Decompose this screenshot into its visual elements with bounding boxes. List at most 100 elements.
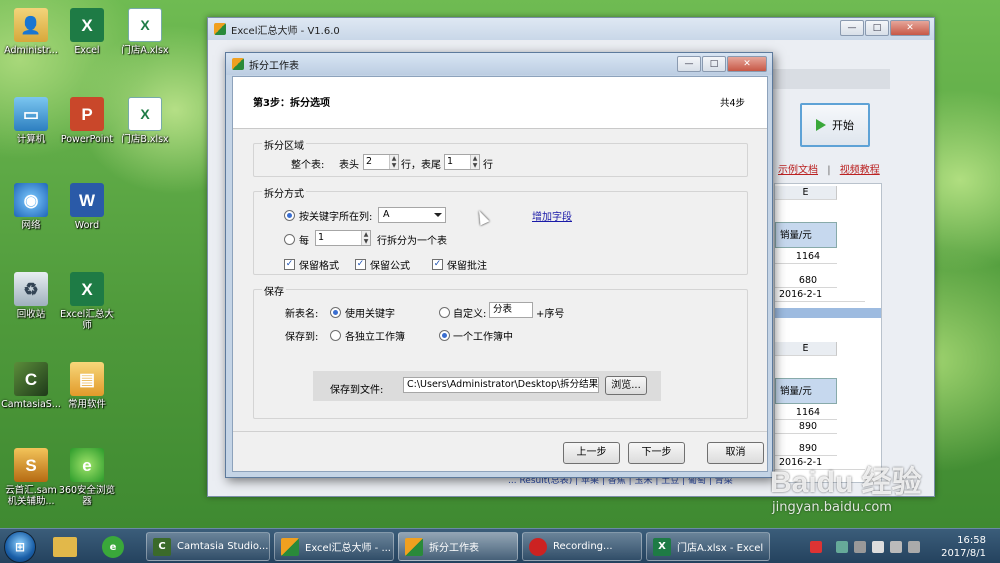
flag-icon[interactable] — [908, 541, 920, 553]
sogou-ime-icon[interactable] — [810, 541, 822, 553]
clock[interactable]: 16:58 2017/8/1 — [941, 534, 986, 560]
xlsx-file-icon: X — [128, 97, 162, 131]
sheet-preview: E 销量/元 1164 680 2016-2-1 E 销量/元 1164 890… — [774, 183, 882, 483]
desktop-icon-administrator[interactable]: 👤 Administr... — [0, 8, 62, 56]
network-status-icon[interactable] — [890, 541, 902, 553]
close-button[interactable]: ✕ — [890, 20, 930, 36]
use-keyword-radio[interactable] — [330, 307, 341, 318]
browse-button[interactable]: 浏览... — [605, 376, 647, 395]
stepper-arrows-icon[interactable]: ▲ ▼ — [470, 155, 479, 169]
save-to-label: 保存到: — [285, 332, 319, 343]
close-button[interactable]: ✕ — [727, 56, 767, 72]
maximize-button[interactable]: □ — [865, 20, 889, 36]
taskbar-item-recording[interactable]: Recording... — [522, 532, 642, 561]
desktop-icon-word[interactable]: W Word — [56, 183, 118, 231]
desktop-icon-label: 回收站 — [16, 309, 46, 320]
keep-formula-label: 保留公式 — [370, 261, 410, 272]
desktop-icon-label: Excel — [74, 45, 100, 56]
taskbar-item-excel-store-a[interactable]: X 门店A.xlsx - Excel — [646, 532, 770, 561]
taskbar-item-split-sheet[interactable]: 拆分工作表 — [398, 532, 518, 561]
desktop-icon-network[interactable]: ◉ 网络 — [0, 183, 62, 231]
save-file-path-input[interactable]: C:\Users\Administrator\Desktop\拆分结果.xlsx — [403, 377, 599, 393]
record-icon — [529, 537, 547, 556]
by-keyword-label: 按关键字所在列: — [299, 212, 373, 223]
footer-rows-stepper[interactable]: 1 ▲ ▼ — [444, 154, 480, 170]
stepper-arrows-icon[interactable]: ▲ ▼ — [361, 231, 370, 245]
maximize-button[interactable]: □ — [702, 56, 726, 72]
every-n-rows-radio[interactable] — [284, 234, 295, 245]
start-menu-icon[interactable]: ⊞ — [4, 531, 36, 563]
taskbar-item-camtasia[interactable]: C Camtasia Studio... — [146, 532, 270, 561]
tray-app-icon[interactable] — [854, 541, 866, 553]
cancel-button[interactable]: 取消 — [707, 442, 764, 464]
table-cell-date: 2016-2-1 — [775, 288, 865, 302]
keyword-column-select[interactable]: A — [378, 207, 446, 223]
keep-comment-checkbox[interactable]: ✓ — [432, 259, 443, 270]
prev-step-button[interactable]: 上一步 — [563, 442, 620, 464]
desktop-icon-yun-app[interactable]: S 云首汇.sam 机关辅助... — [0, 448, 62, 507]
app-icon: S — [14, 448, 48, 482]
window-title: Excel汇总大师 - V1.6.0 — [231, 25, 340, 37]
by-keyword-radio[interactable] — [284, 210, 295, 221]
desktop-icon-label: Word — [74, 220, 100, 231]
single-workbook-radio[interactable] — [439, 330, 450, 341]
stepper-value: 1 — [318, 232, 325, 243]
explorer-pin[interactable] — [48, 533, 88, 561]
every-n-rows-stepper[interactable]: 1 ▲ ▼ — [315, 230, 371, 246]
header-rows-stepper[interactable]: 2 ▲ ▼ — [363, 154, 399, 170]
window-titlebar[interactable]: Excel汇总大师 - V1.6.0 — [208, 18, 934, 40]
group-label: 拆分区域 — [262, 137, 306, 152]
tray-app-icon[interactable] — [836, 541, 848, 553]
custom-suffix-label: +序号 — [536, 309, 565, 320]
folder-icon: ▤ — [70, 362, 104, 396]
row-unit-label: 行 — [483, 160, 493, 171]
example-doc-link[interactable]: 示例文档 — [778, 165, 818, 176]
split-worksheet-dialog: 拆分工作表 — □ ✕ 第3步：拆分选项 共4步 拆分区域 整个表: 表头 2 … — [225, 52, 773, 478]
desktop-icon-excel-master[interactable]: X Excel汇总大师 — [56, 272, 118, 331]
computer-icon: ▭ — [14, 97, 48, 131]
column-header: E — [775, 342, 837, 356]
table-cell: 890 — [775, 420, 837, 434]
video-tutorial-link[interactable]: 视频教程 — [840, 165, 880, 176]
desktop-icon-360-browser[interactable]: e 360安全浏览器 — [56, 448, 118, 507]
desktop-icon-label: 常用软件 — [67, 399, 106, 410]
play-icon — [816, 119, 826, 131]
keep-format-checkbox[interactable]: ✓ — [284, 259, 295, 270]
table-header-cell: 销量/元 — [775, 222, 837, 248]
stepper-value: 1 — [447, 156, 454, 167]
recycle-bin-icon: ♻ — [14, 272, 48, 306]
step-header: 第3步：拆分选项 共4步 — [233, 77, 767, 129]
volume-icon[interactable] — [872, 541, 884, 553]
table-cell: 1164 — [775, 250, 837, 264]
start-button[interactable]: 开始 — [800, 103, 870, 147]
minimize-button[interactable]: — — [840, 20, 864, 36]
desktop-icon-store-b[interactable]: X 门店B.xlsx — [114, 97, 176, 145]
independent-workbooks-radio[interactable] — [330, 330, 341, 341]
taskbar-item-excel-master[interactable]: Excel汇总大师 - ... — [274, 532, 394, 561]
minimize-button[interactable]: — — [677, 56, 701, 72]
table-cell: 680 — [775, 274, 837, 288]
footer-rows-label: 行，表尾 — [401, 160, 441, 171]
table-header-cell: 销量/元 — [775, 378, 837, 404]
new-name-label: 新表名: — [285, 309, 319, 320]
browser-icon: e — [70, 448, 104, 482]
desktop-icon-software-folder[interactable]: ▤ 常用软件 — [56, 362, 118, 410]
desktop-icon-camtasia[interactable]: C CamtasiaS... — [0, 362, 62, 410]
custom-name-input[interactable]: 分表 — [489, 302, 533, 318]
browser-pin[interactable]: e — [96, 533, 136, 561]
watermark-url: jingyan.baidu.com — [772, 500, 892, 515]
desktop-icon-recycle-bin[interactable]: ♻ 回收站 — [0, 272, 62, 320]
independent-workbooks-label: 各独立工作簿 — [345, 332, 405, 343]
desktop-icon-label: Administr... — [4, 45, 58, 56]
desktop-icon-powerpoint[interactable]: P PowerPoint — [56, 97, 118, 145]
desktop-icon-excel[interactable]: X Excel — [56, 8, 118, 56]
custom-name-radio[interactable] — [439, 307, 450, 318]
desktop-icon-computer[interactable]: ▭ 计算机 — [0, 97, 62, 145]
keep-formula-checkbox[interactable]: ✓ — [355, 259, 366, 270]
next-step-button[interactable]: 下一步 — [628, 442, 685, 464]
add-field-link[interactable]: 增加字段 — [532, 208, 572, 223]
taskbar-item-label: Recording... — [553, 541, 613, 552]
desktop-icon-label: 计算机 — [16, 134, 46, 145]
stepper-arrows-icon[interactable]: ▲ ▼ — [389, 155, 398, 169]
desktop-icon-store-a[interactable]: X 门店A.xlsx — [114, 8, 176, 56]
